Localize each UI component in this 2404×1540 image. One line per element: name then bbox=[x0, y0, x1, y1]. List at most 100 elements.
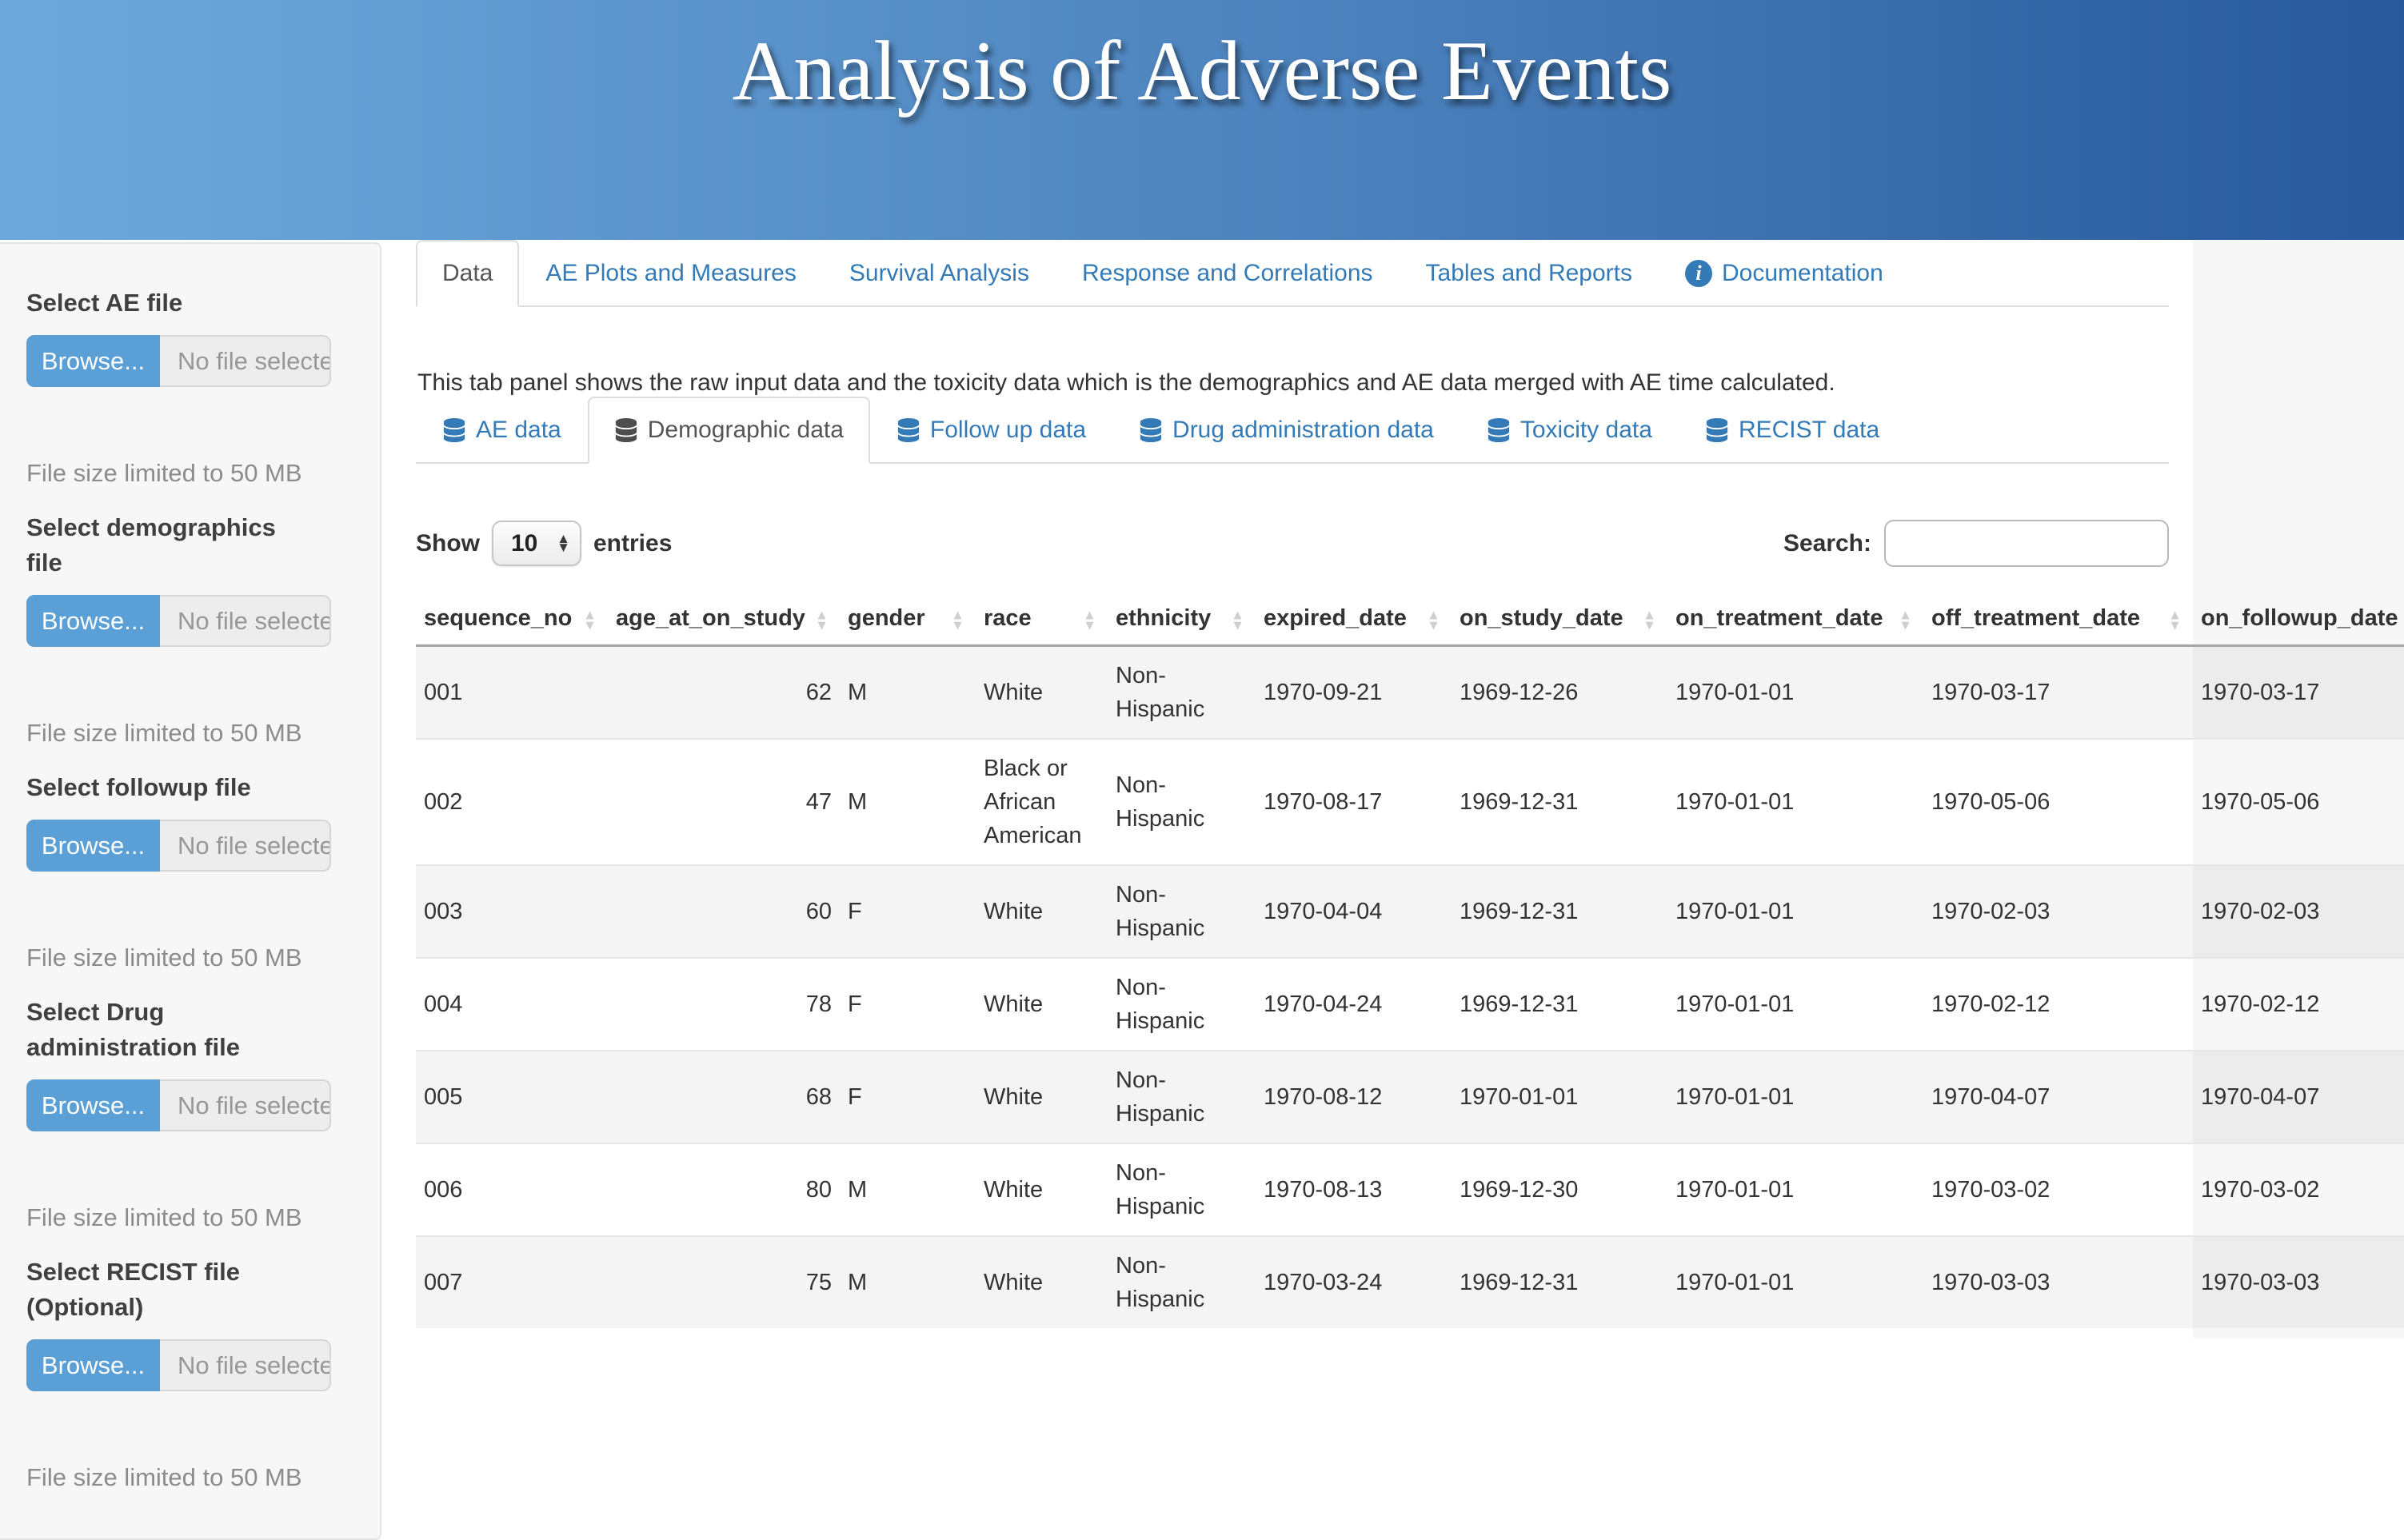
subtab-link-follow-up-data[interactable]: Follow up data bbox=[870, 397, 1112, 464]
sidebar: Select AE fileBrowse...No file selectedF… bbox=[0, 242, 381, 1540]
browse-button[interactable]: Browse... bbox=[26, 820, 160, 872]
column-header-sequence-no[interactable]: sequence_no▲▼ bbox=[416, 596, 608, 646]
subtab-recist-data: RECIST data bbox=[1679, 397, 1906, 464]
column-header-label: age_at_on_study bbox=[616, 605, 805, 631]
file-name-field: No file selected bbox=[160, 1339, 331, 1391]
tab-link-response-and-correlations[interactable]: Response and Correlations bbox=[1056, 240, 1400, 307]
sort-icon: ▲▼ bbox=[1231, 609, 1244, 631]
sort-icon: ▲▼ bbox=[1427, 609, 1440, 631]
data-tab-bar: AE dataDemographic dataFollow up data Dru… bbox=[416, 397, 2169, 464]
column-header-label: on_study_date bbox=[1460, 605, 1623, 631]
column-header-on-followup-date[interactable]: on_followup_date▲▼ bbox=[2193, 596, 2404, 646]
table-cell: Non-Hispanic bbox=[1108, 865, 1256, 958]
table-cell: F bbox=[840, 865, 976, 958]
tab-description: This tab panel shows the raw input data … bbox=[417, 369, 2169, 397]
subtab-link-ae-data[interactable]: AE data bbox=[416, 397, 588, 464]
entries-label: entries bbox=[593, 530, 672, 557]
column-header-on-study-date[interactable]: on_study_date ▲▼ bbox=[1452, 596, 1667, 646]
search-label: Search: bbox=[1783, 530, 1871, 557]
table-cell: M bbox=[840, 646, 976, 740]
table-cell: 1970-02-03 bbox=[1923, 865, 2193, 958]
table-row: 00247MBlack or African AmericanNon-Hispa… bbox=[416, 739, 2404, 865]
table-row: 00775MWhiteNon-Hispanic1970-03-241969-12… bbox=[416, 1236, 2404, 1328]
browse-button[interactable]: Browse... bbox=[26, 595, 160, 647]
table-cell: 75 bbox=[608, 1236, 840, 1328]
column-header-on-treatment-date[interactable]: on_treatment_date▲▼ bbox=[1667, 596, 1923, 646]
page-length-select[interactable]: 10 ▲▼ bbox=[492, 521, 581, 566]
subtab-ae-data: AE data bbox=[416, 397, 588, 464]
file-input-section: Select AE fileBrowse...No file selectedF… bbox=[26, 285, 354, 488]
column-header-off-treatment-date[interactable]: off_treatment_date▲▼ bbox=[1923, 596, 2193, 646]
table-cell: White bbox=[976, 1143, 1108, 1236]
tab-link-survival-analysis[interactable]: Survival Analysis bbox=[823, 240, 1056, 307]
subtab-link-recist-data[interactable]: RECIST data bbox=[1679, 397, 1906, 464]
tab-link-documentation[interactable]: i Documentation bbox=[1659, 240, 1910, 307]
table-cell: 1970-01-01 bbox=[1667, 1236, 1923, 1328]
tab-link-ae-plots-and-measures[interactable]: AE Plots and Measures bbox=[519, 240, 823, 307]
table-cell: 1970-03-24 bbox=[1256, 1236, 1452, 1328]
browse-button[interactable]: Browse... bbox=[26, 1339, 160, 1391]
column-header-expired-date[interactable]: expired_date▲▼ bbox=[1256, 596, 1452, 646]
column-header-ethnicity[interactable]: ethnicity▲▼ bbox=[1108, 596, 1256, 646]
table-cell: 1970-08-17 bbox=[1256, 739, 1452, 865]
column-header-age-at-on-study[interactable]: age_at_on_study▲▼ bbox=[608, 596, 840, 646]
sort-icon: ▲▼ bbox=[2168, 609, 2182, 631]
file-size-note: File size limited to 50 MB bbox=[26, 944, 354, 972]
table-cell: 1970-02-03 bbox=[2193, 865, 2404, 958]
tab-documentation: i Documentation bbox=[1659, 240, 1910, 307]
table-cell: Non-Hispanic bbox=[1108, 1051, 1256, 1143]
table-cell: 1970-03-17 bbox=[1923, 646, 2193, 740]
subtab-follow-up-data: Follow up data bbox=[870, 397, 1112, 464]
app-header: Analysis of Adverse Events bbox=[0, 0, 2404, 240]
app-title: Analysis of Adverse Events bbox=[733, 0, 1672, 120]
sort-icon: ▲▼ bbox=[1899, 609, 1912, 631]
table-cell: 1970-01-01 bbox=[1667, 1051, 1923, 1143]
subtab-link-toxicity-data[interactable]: Toxicity data bbox=[1460, 397, 1679, 464]
table-cell: White bbox=[976, 865, 1108, 958]
table-cell: 1970-05-06 bbox=[2193, 739, 2404, 865]
sort-icon: ▲▼ bbox=[1643, 609, 1656, 631]
table-cell: 001 bbox=[416, 646, 608, 740]
table-cell: 1970-03-02 bbox=[2193, 1143, 2404, 1236]
table-cell: 006 bbox=[416, 1143, 608, 1236]
table-cell: Non-Hispanic bbox=[1108, 958, 1256, 1051]
table-cell: Non-Hispanic bbox=[1108, 1236, 1256, 1328]
subtab-demographic-data: Demographic data bbox=[588, 397, 870, 464]
info-circle-icon: i bbox=[1685, 260, 1712, 287]
subtab-link-drug-administration-data[interactable]: Drug administration data bbox=[1112, 397, 1460, 464]
page-length-value: 10 bbox=[511, 530, 537, 557]
column-header-gender[interactable]: gender▲▼ bbox=[840, 596, 976, 646]
browse-button[interactable]: Browse... bbox=[26, 1079, 160, 1131]
tab-response-and-correlations: Response and Correlations bbox=[1056, 240, 1400, 307]
table-cell: 62 bbox=[608, 646, 840, 740]
sort-icon: ▲▼ bbox=[951, 609, 964, 631]
database-icon bbox=[1139, 418, 1163, 442]
demographic-data-table: sequence_no▲▼age_at_on_study▲▼gender▲▼ra… bbox=[416, 596, 2404, 1328]
search-input[interactable] bbox=[1884, 520, 2169, 567]
table-cell: M bbox=[840, 1143, 976, 1236]
file-size-note: File size limited to 50 MB bbox=[26, 459, 354, 488]
table-row: 00162MWhiteNon-Hispanic1970-09-211969-12… bbox=[416, 646, 2404, 740]
tab-label: Toxicity data bbox=[1520, 417, 1652, 444]
tab-label: Drug administration data bbox=[1172, 417, 1434, 444]
tab-label: RECIST data bbox=[1739, 417, 1879, 444]
table-cell: 1970-01-01 bbox=[1667, 1143, 1923, 1236]
tab-label: Tables and Reports bbox=[1426, 260, 1633, 287]
main-panel: DataAE Plots and MeasuresSurvival Analys… bbox=[416, 240, 2169, 1328]
file-input: Browse...No file selected bbox=[26, 820, 331, 872]
file-input-section: Select demographics fileBrowse...No file… bbox=[26, 510, 354, 748]
sort-icon: ▲▼ bbox=[583, 609, 597, 631]
table-cell: 004 bbox=[416, 958, 608, 1051]
browse-button[interactable]: Browse... bbox=[26, 335, 160, 387]
table-cell: 1970-04-07 bbox=[2193, 1051, 2404, 1143]
column-header-race[interactable]: race▲▼ bbox=[976, 596, 1108, 646]
subtab-link-demographic-data[interactable]: Demographic data bbox=[588, 397, 870, 464]
file-input-label: Select RECIST file (Optional) bbox=[26, 1255, 314, 1325]
table-cell: 1970-04-24 bbox=[1256, 958, 1452, 1051]
table-cell: 47 bbox=[608, 739, 840, 865]
tab-link-data[interactable]: Data bbox=[416, 240, 519, 307]
tab-link-tables-and-reports[interactable]: Tables and Reports bbox=[1400, 240, 1659, 307]
table-cell: 1970-08-12 bbox=[1256, 1051, 1452, 1143]
table-cell: White bbox=[976, 958, 1108, 1051]
tab-label: Documentation bbox=[1722, 260, 1883, 287]
